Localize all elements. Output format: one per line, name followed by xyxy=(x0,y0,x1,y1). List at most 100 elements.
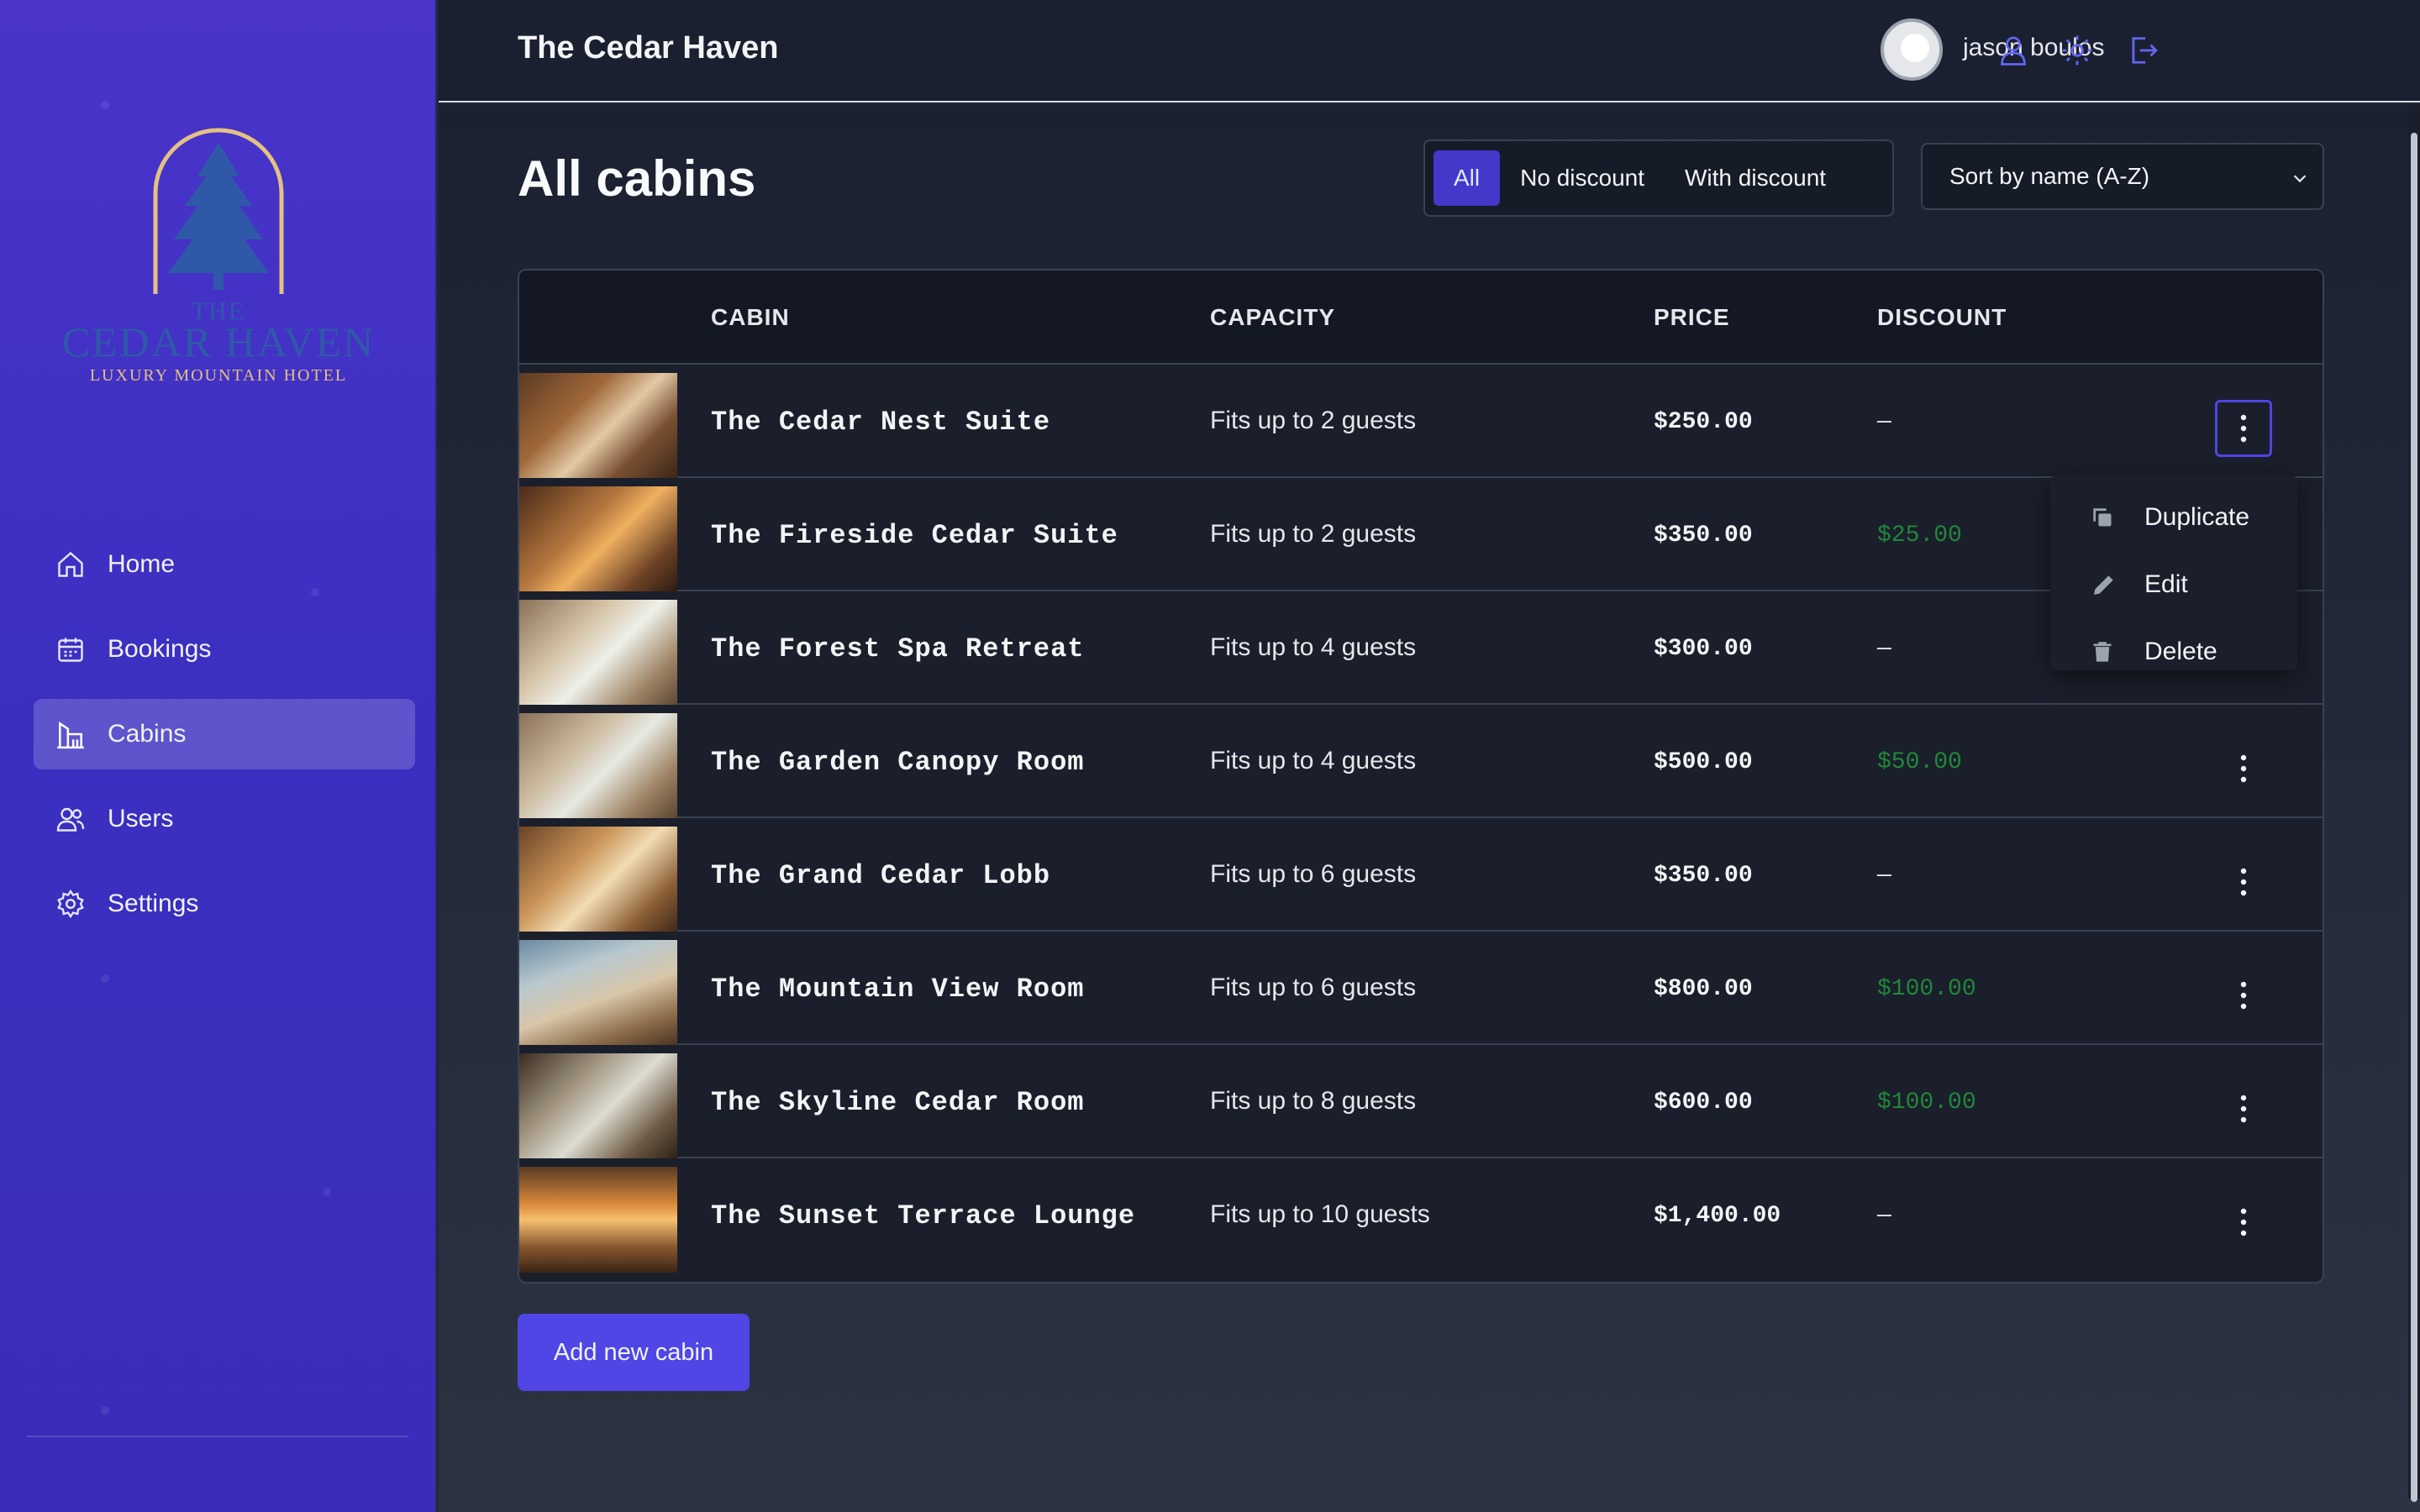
cabin-price: $350.00 xyxy=(1654,522,1753,549)
scrollbar-thumb[interactable] xyxy=(2411,133,2417,1502)
sidebar-item-label: Cabins xyxy=(108,720,187,748)
menu-item-edit[interactable]: Edit xyxy=(2050,551,2297,618)
menu-item-delete[interactable]: Delete xyxy=(2050,618,2297,685)
cabin-name: The Grand Cedar Lobb xyxy=(711,860,1051,891)
filter-all-button[interactable]: All xyxy=(1434,150,1501,206)
menu-item-duplicate[interactable]: Duplicate xyxy=(2050,484,2297,551)
vertical-dots-icon xyxy=(2240,754,2247,783)
cabin-name: The Fireside Cedar Suite xyxy=(711,520,1118,551)
cabin-price: $1,400.00 xyxy=(1654,1203,1781,1229)
decor-dot xyxy=(101,101,109,109)
trash-icon xyxy=(2091,639,2121,664)
row-menu-button[interactable] xyxy=(2215,1194,2272,1251)
cabin-name: The Forest Spa Retreat xyxy=(711,633,1085,664)
sidebar-item-home[interactable]: Home xyxy=(34,529,415,600)
decor-dot xyxy=(323,1188,331,1196)
cabin-price: $250.00 xyxy=(1654,409,1753,435)
cabin-capacity: Fits up to 10 guests xyxy=(1210,1200,1430,1228)
row-menu-button[interactable] xyxy=(2215,853,2272,911)
cabin-capacity: Fits up to 4 guests xyxy=(1210,633,1417,661)
cabin-discount: — xyxy=(1877,409,1891,435)
cabin-capacity: Fits up to 2 guests xyxy=(1210,520,1417,548)
sidebar-item-bookings[interactable]: Bookings xyxy=(34,614,415,685)
vertical-dots-icon xyxy=(2240,981,2247,1010)
cabin-capacity: Fits up to 8 guests xyxy=(1210,1087,1417,1115)
vertical-dots-icon xyxy=(2240,1095,2247,1123)
cabin-name: The Sunset Terrace Lounge xyxy=(711,1200,1136,1231)
cabin-photo xyxy=(519,373,677,479)
cabins-table: CABIN CAPACITY PRICE DISCOUNT The Cedar … xyxy=(518,269,2324,1284)
cabin-photo xyxy=(519,940,677,1046)
cabin-name: The Garden Canopy Room xyxy=(711,747,1085,778)
cabin-price: $600.00 xyxy=(1654,1089,1753,1116)
discount-filter: All No discount With discount xyxy=(1423,139,1894,217)
cabin-price: $300.00 xyxy=(1654,636,1753,662)
users-icon xyxy=(54,802,87,836)
app-title: The Cedar Haven xyxy=(518,30,779,66)
cabin-discount: — xyxy=(1877,1203,1891,1229)
menu-item-label: Delete xyxy=(2144,638,2217,665)
filter-no-discount-button[interactable]: No discount xyxy=(1500,150,1665,206)
home-icon xyxy=(54,548,87,581)
sidebar-item-label: Users xyxy=(108,805,174,832)
cabin-photo xyxy=(519,486,677,592)
cabin-capacity: Fits up to 6 guests xyxy=(1210,974,1417,1001)
cabin-capacity: Fits up to 2 guests xyxy=(1210,407,1417,434)
cabin-photo xyxy=(519,827,677,932)
logout-icon[interactable] xyxy=(2124,32,2161,69)
row-menu-button[interactable] xyxy=(2215,400,2272,457)
menu-item-label: Edit xyxy=(2144,570,2188,598)
sidebar-item-settings[interactable]: Settings xyxy=(34,869,415,939)
sidebar-item-cabins[interactable]: Cabins xyxy=(34,699,415,769)
cabin-discount: $100.00 xyxy=(1877,1089,1976,1116)
sun-icon[interactable] xyxy=(2059,32,2096,69)
cabin-discount: $50.00 xyxy=(1877,749,1962,775)
main-content: All cabins All No discount With discount… xyxy=(439,104,2420,1512)
cabin-discount: $25.00 xyxy=(1877,522,1962,549)
sidebar-item-label: Settings xyxy=(108,890,199,917)
hotel-logo: THE CEDAR HAVEN LUXURY MOUNTAIN HOTEL xyxy=(50,118,387,403)
cabin-photo xyxy=(519,1053,677,1159)
filter-with-discount-button[interactable]: With discount xyxy=(1665,150,1846,206)
vertical-dots-icon xyxy=(2240,1208,2247,1236)
cabin-price: $500.00 xyxy=(1654,749,1753,775)
sort-select[interactable]: Sort by name (A-Z) xyxy=(1921,143,2324,210)
cabin-name: The Skyline Cedar Room xyxy=(711,1087,1085,1118)
row-context-menu: Duplicate Edit Delete xyxy=(2050,475,2297,670)
decor-dot xyxy=(101,974,109,983)
cabin-name: The Mountain View Room xyxy=(711,974,1085,1005)
cabin-discount: — xyxy=(1877,863,1891,889)
sidebar-item-label: Bookings xyxy=(108,635,212,663)
page-title: All cabins xyxy=(518,150,756,207)
pencil-icon xyxy=(2091,571,2121,598)
row-menu-button[interactable] xyxy=(2215,967,2272,1024)
table-row: The Garden Canopy Room Fits up to 4 gues… xyxy=(519,705,2323,819)
calendar-icon xyxy=(54,633,87,666)
cabin-name: The Cedar Nest Suite xyxy=(711,407,1051,438)
chevron-down-icon xyxy=(2291,166,2309,193)
add-cabin-button[interactable]: Add new cabin xyxy=(518,1314,750,1391)
cabin-photo xyxy=(519,1167,677,1273)
sidebar-item-users[interactable]: Users xyxy=(34,784,415,854)
scrollbar[interactable] xyxy=(2408,104,2420,1502)
table-row: The Skyline Cedar Room Fits up to 8 gues… xyxy=(519,1045,2323,1159)
table-header: CABIN CAPACITY PRICE DISCOUNT xyxy=(519,270,2323,365)
top-header: The Cedar Haven jason boulos xyxy=(439,0,2420,102)
cabin-photo xyxy=(519,713,677,819)
vertical-dots-icon xyxy=(2240,868,2247,896)
decor-dot xyxy=(101,1406,109,1415)
sidebar: THE CEDAR HAVEN LUXURY MOUNTAIN HOTEL Ho… xyxy=(0,0,437,1512)
duplicate-icon xyxy=(2091,506,2121,529)
user-icon[interactable] xyxy=(1995,32,2032,69)
row-menu-button[interactable] xyxy=(2215,1080,2272,1137)
cabin-discount: — xyxy=(1877,636,1891,662)
column-header-price: PRICE xyxy=(1654,304,1730,330)
row-menu-button[interactable] xyxy=(2215,740,2272,797)
avatar[interactable] xyxy=(1881,18,1943,81)
table-row: The Mountain View Room Fits up to 6 gues… xyxy=(519,932,2323,1046)
cedar-tree-icon xyxy=(153,128,284,294)
column-header-capacity: CAPACITY xyxy=(1210,304,1336,330)
logo-line2: CEDAR HAVEN xyxy=(61,318,376,365)
sidebar-nav: Home Bookings Cabins Users Settings xyxy=(34,529,415,953)
sidebar-item-label: Home xyxy=(108,550,176,578)
